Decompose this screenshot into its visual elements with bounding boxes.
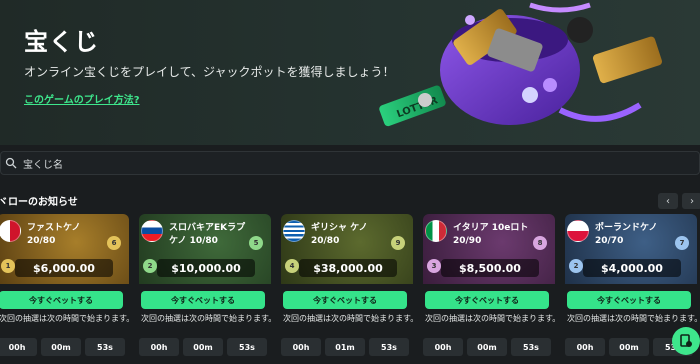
timer-seconds: 53s xyxy=(85,338,125,356)
countdown-timer: 00h 00m 53s xyxy=(423,338,551,358)
timer-minutes: 01m xyxy=(325,338,365,356)
timer-minutes: 00m xyxy=(609,338,649,356)
timer-hours: 00h xyxy=(423,338,463,356)
card-banner: スロバキアEKラプケノ 10/80 5 2 $10,000.00 xyxy=(139,214,271,284)
jackpot-amount: $10,000.00 xyxy=(157,259,255,277)
countdown-timer: 00h 01m 53s xyxy=(281,338,409,358)
search-icon xyxy=(5,157,17,169)
search-input[interactable]: 宝くじ名 xyxy=(23,156,63,171)
jackpot-amount: $4,000.00 xyxy=(583,259,681,277)
ball-icon: 1 xyxy=(1,259,15,273)
countdown-timer: 00h 00m 53s xyxy=(139,338,267,358)
flag-greece-icon xyxy=(283,220,305,242)
jackpot-amount: $6,000.00 xyxy=(15,259,113,277)
lottery-name: ポーランドケノ 20/70 xyxy=(595,223,658,246)
next-draw-text: 次回の抽選は次の時間で始まります。 xyxy=(567,314,700,323)
bet-now-button[interactable]: 今すぐベットする xyxy=(425,291,549,309)
card-banner: ポーランドケノ 20/70 7 2 $4,000.00 xyxy=(565,214,697,284)
lottery-name: ギリシャ ケノ 20/80 xyxy=(311,223,368,246)
prev-button[interactable]: ‹ xyxy=(658,193,678,209)
ball-icon: 2 xyxy=(569,259,583,273)
section-title: ヾローのお知らせ xyxy=(0,197,78,208)
ball-icon: 6 xyxy=(107,236,121,250)
timer-hours: 00h xyxy=(565,338,605,356)
ball-icon: 7 xyxy=(675,236,689,250)
bet-now-button[interactable]: 今すぐベットする xyxy=(141,291,265,309)
timer-minutes: 00m xyxy=(183,338,223,356)
lottery-name: ファストケノ 20/80 xyxy=(27,223,81,246)
card-banner: ギリシャ ケノ 20/80 9 4 $38,000.00 xyxy=(281,214,413,284)
lottery-card[interactable]: ギリシャ ケノ 20/80 9 4 $38,000.00 今すぐベットする 次回… xyxy=(281,214,418,364)
flag-italy-icon xyxy=(425,220,447,242)
lottery-card[interactable]: イタリア 10eロト 20/90 8 3 $8,500.00 今すぐベットする … xyxy=(423,214,560,364)
timer-hours: 00h xyxy=(281,338,321,356)
timer-hours: 00h xyxy=(139,338,179,356)
ball-icon: 3 xyxy=(427,259,441,273)
timer-minutes: 00m xyxy=(467,338,507,356)
next-draw-text: 次回の抽選は次の時間で始まります。 xyxy=(425,314,561,323)
betslip-button[interactable] xyxy=(672,327,700,355)
ball-icon: 5 xyxy=(249,236,263,250)
card-banner: イタリア 10eロト 20/90 8 3 $8,500.00 xyxy=(423,214,555,284)
timer-hours: 00h xyxy=(0,338,37,356)
page-title: 宝くじ xyxy=(24,28,99,56)
ball-icon: 4 xyxy=(285,259,299,273)
next-draw-text: 次回の抽選は次の時間で始まります。 xyxy=(0,314,135,323)
lottery-illustration: LOTTER xyxy=(379,2,662,127)
countdown-timer: 00h 00m 53s xyxy=(0,338,125,358)
timer-minutes: 00m xyxy=(41,338,81,356)
lottery-name: イタリア 10eロト 20/90 xyxy=(453,223,529,246)
flag-malta-icon xyxy=(0,220,21,242)
lottery-name: スロバキアEKラプケノ 10/80 xyxy=(169,223,246,246)
flag-slovakia-icon xyxy=(141,220,163,242)
bet-now-button[interactable]: 今すぐベットする xyxy=(0,291,123,309)
bet-now-button[interactable]: 今すぐベットする xyxy=(283,291,407,309)
flag-poland-icon xyxy=(567,220,589,242)
hero-subtitle: オンライン宝くじをプレイして、ジャックポットを獲得しましょう！ xyxy=(24,65,395,79)
jackpot-amount: $38,000.00 xyxy=(299,259,397,277)
jackpot-amount: $8,500.00 xyxy=(441,259,539,277)
next-button[interactable]: › xyxy=(682,193,700,209)
betslip-icon xyxy=(680,334,692,347)
lottery-card[interactable]: スロバキアEKラプケノ 10/80 5 2 $10,000.00 今すぐベットす… xyxy=(139,214,276,364)
lottery-card[interactable]: ファストケノ 20/80 6 1 $6,000.00 今すぐベットする 次回の抽… xyxy=(0,214,134,364)
card-banner: ファストケノ 20/80 6 1 $6,000.00 xyxy=(0,214,129,284)
lottery-cards: ファストケノ 20/80 6 1 $6,000.00 今すぐベットする 次回の抽… xyxy=(0,214,700,364)
next-draw-text: 次回の抽選は次の時間で始まります。 xyxy=(141,314,277,323)
hero-banner: 宝くじ オンライン宝くじをプレイして、ジャックポットを獲得しましょう！ このゲー… xyxy=(0,0,700,145)
bet-now-button[interactable]: 今すぐベットする xyxy=(567,291,691,309)
timer-seconds: 53s xyxy=(227,338,267,356)
next-draw-text: 次回の抽選は次の時間で始まります。 xyxy=(283,314,419,323)
timer-seconds: 53s xyxy=(369,338,409,356)
ball-icon: 8 xyxy=(533,236,547,250)
ball-icon: 9 xyxy=(391,236,405,250)
ball-icon: 2 xyxy=(143,259,157,273)
timer-seconds: 53s xyxy=(511,338,551,356)
search-bar[interactable]: 宝くじ名 xyxy=(0,151,700,175)
how-to-play-link[interactable]: このゲームのプレイ方法? xyxy=(24,91,140,106)
